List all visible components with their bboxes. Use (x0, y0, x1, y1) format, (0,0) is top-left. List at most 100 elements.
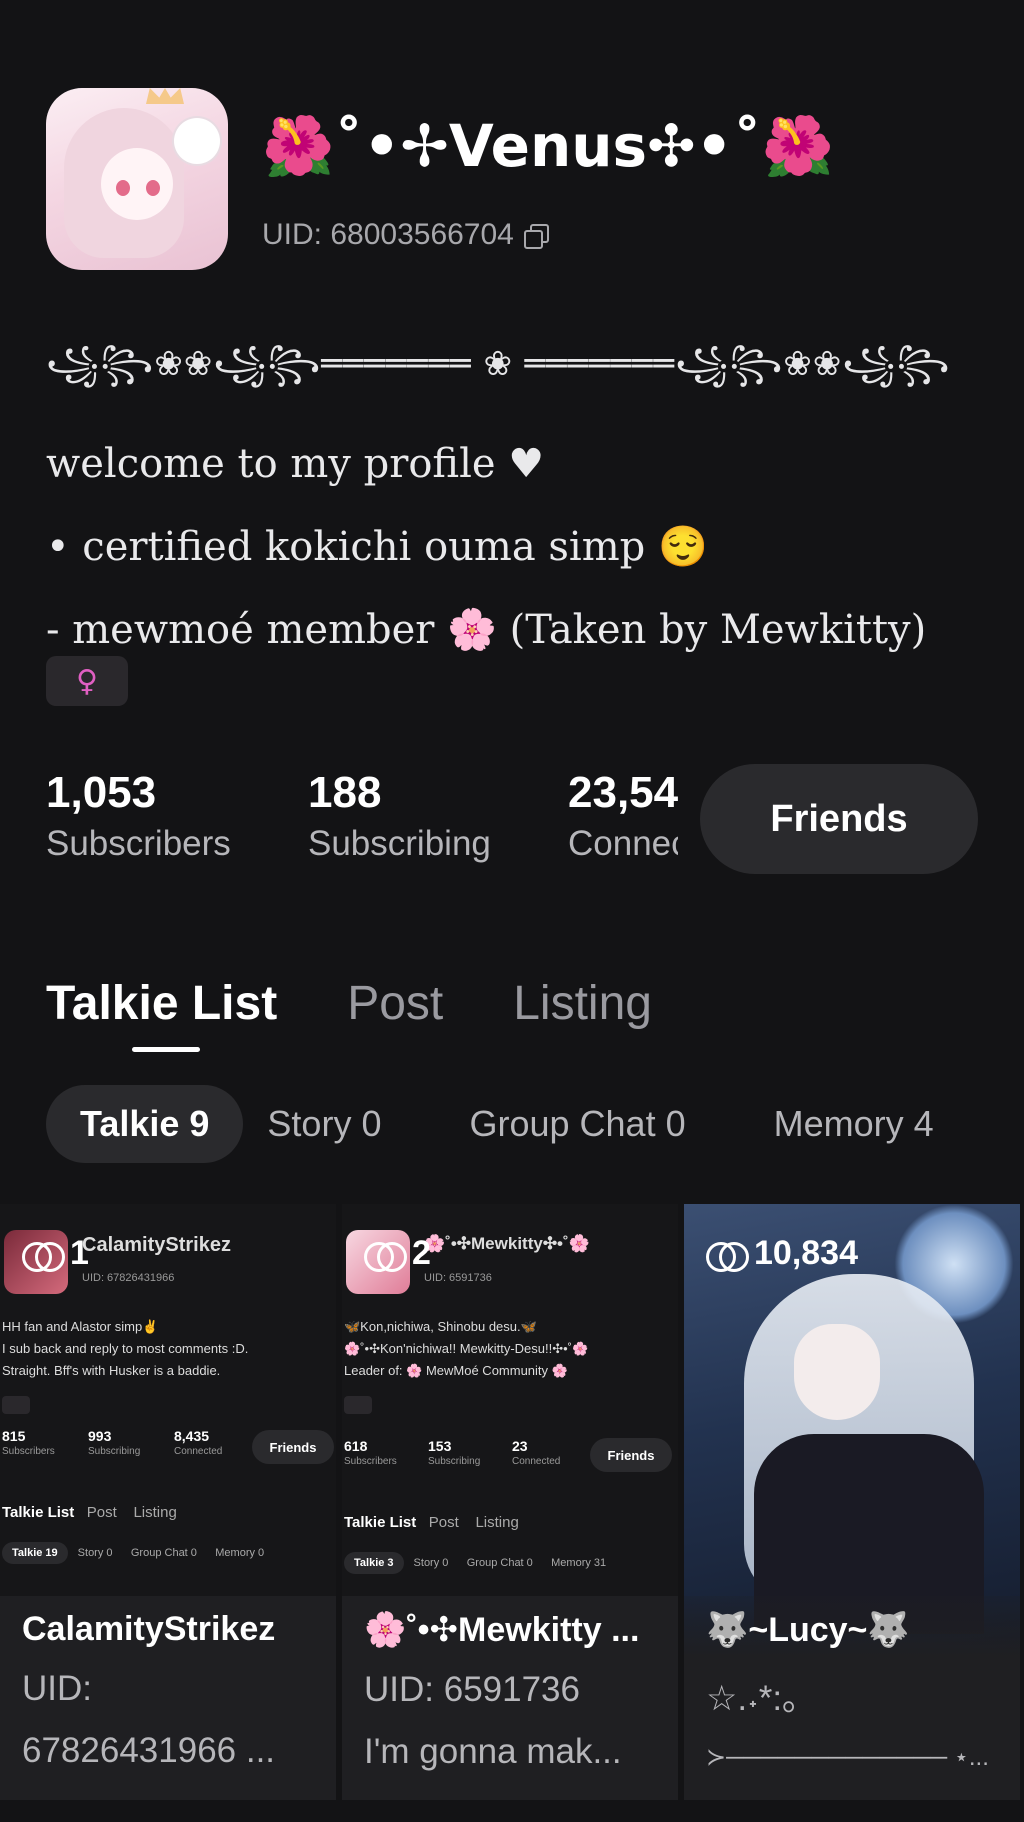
mini-subtabs: Talkie 19 Story 0 Group Chat 0 Memory 0 (2, 1542, 264, 1564)
card-title: CalamityStrikez (22, 1610, 276, 1648)
mini-subtab: Memory 0 (215, 1547, 265, 1559)
mini-friends-button: Friends (252, 1430, 334, 1464)
talkie-card[interactable]: 🌸˚•✣Mewkitty✣•˚🌸 UID: 6591736 🦋Kon,nichi… (342, 1204, 678, 1800)
mini-subtab: Talkie 19 (2, 1542, 68, 1564)
avatar-eye (146, 180, 160, 196)
mini-tab: Post (428, 1514, 459, 1531)
bio-line: • certified kokichi ouma simp 😌 (46, 524, 708, 570)
avatar-eye (116, 180, 130, 196)
subtab-talkie[interactable]: Talkie 9 (46, 1085, 244, 1163)
gender-badge: ♀ (46, 656, 128, 706)
crown-decoration (146, 88, 184, 104)
tab-talkie-list[interactable]: Talkie List (46, 976, 277, 1031)
friends-button[interactable]: Friends (700, 764, 978, 874)
mini-stat-label: Subscribers (2, 1446, 55, 1457)
card-thumbnail (684, 1204, 1020, 1664)
mini-tabs: Talkie List Post Listing (2, 1504, 177, 1521)
mini-stat-label: Subscribing (88, 1446, 141, 1457)
connection-count-value: 10,834 (754, 1234, 858, 1272)
link-icon (22, 1241, 65, 1272)
link-icon (706, 1241, 749, 1272)
copy-icon[interactable] (522, 222, 549, 249)
character-artwork (684, 1204, 1020, 1664)
mini-bio-line: 🌸˚•✣Kon'nichiwa!! Mewkitty-Desu!!✣•˚🌸 (344, 1341, 589, 1356)
connection-count: 1 (22, 1234, 89, 1273)
talkie-grid: CalamityStrikez UID: 67826431966 HH fan … (0, 1204, 1024, 1822)
subtab-story[interactable]: Story 0 (267, 1103, 381, 1145)
mini-tabs: Talkie List Post Listing (344, 1514, 519, 1531)
mini-stat-label: Subscribing (428, 1456, 481, 1467)
female-icon: ♀ (76, 663, 98, 699)
card-description: ≻───────────── ⋆... (706, 1744, 989, 1771)
profile-bio: ꧁꧂❀❀꧁꧂═══════ ❀ ═══════꧁꧂❀❀꧁꧂ welcome to… (46, 338, 986, 653)
mini-stat-value: 23 (512, 1438, 528, 1454)
stat-label: Connected (568, 824, 678, 863)
subtab-group-chat[interactable]: Group Chat 0 (469, 1103, 685, 1145)
bio-line: welcome to my profile ♥ (46, 441, 545, 487)
card-subtitle: UID: (22, 1669, 92, 1708)
card-info: 🐺~Lucy~🐺 ☆.˖*:｡ ≻───────────── ⋆... (684, 1596, 1020, 1800)
card-subtitle: UID: 6591736 (364, 1670, 580, 1709)
mini-gender-badge (2, 1396, 30, 1414)
talkie-card[interactable]: CalamityStrikez UID: 67826431966 HH fan … (0, 1204, 336, 1800)
subtab-bar: Talkie 9 Story 0 Group Chat 0 Memory 4 (46, 1085, 1022, 1163)
mini-stat-label: Subscribers (344, 1456, 397, 1467)
uid-text: UID: 68003566704 (262, 218, 514, 251)
mini-bio-line: HH fan and Alastor simp✌ (2, 1319, 159, 1334)
connection-count: 2 (364, 1234, 431, 1273)
card-description: I'm gonna mak... (364, 1732, 622, 1771)
mini-bio: 🦋Kon,nichiwa, Shinobu desu.🦋 🌸˚•✣Kon'nic… (344, 1316, 588, 1382)
mini-stat: 23 Connected (512, 1438, 560, 1467)
stat-subscribers[interactable]: 1,053 Subscribers (46, 768, 231, 864)
connection-count-value: 2 (412, 1234, 431, 1272)
mini-name: CalamityStrikez (82, 1234, 231, 1256)
mini-tab: Talkie List (2, 1504, 75, 1521)
hibiscus-emoji: 🌺 (262, 112, 335, 180)
stat-label: Subscribing (308, 824, 491, 863)
mini-subtab: Group Chat 0 (130, 1547, 197, 1559)
card-description: 67826431966 ... (22, 1731, 276, 1770)
mini-bio-line: Leader of: 🌸 MewMoé Community 🌸 (344, 1363, 568, 1378)
profile-avatar[interactable] (46, 88, 228, 270)
mini-subtab: Group Chat 0 (466, 1557, 533, 1569)
mini-tab: Listing (133, 1504, 177, 1521)
mini-bio: HH fan and Alastor simp✌ I sub back and … (2, 1316, 248, 1382)
connection-count-value: 1 (70, 1234, 89, 1272)
mini-subtab: Memory 31 (551, 1557, 607, 1569)
mini-gender-badge (344, 1396, 372, 1414)
avatar-face (101, 148, 173, 220)
card-title: 🐺~Lucy~🐺 (706, 1611, 910, 1649)
bio-decoration: ꧁꧂❀❀꧁꧂═══════ ❀ ═══════꧁꧂❀❀꧁꧂ (46, 344, 951, 384)
subtab-memory[interactable]: Memory 4 (774, 1103, 934, 1145)
tab-listing[interactable]: Listing (513, 976, 652, 1031)
mini-subtabs: Talkie 3 Story 0 Group Chat 0 Memory 31 (344, 1552, 606, 1574)
mini-tab: Post (86, 1504, 117, 1521)
talkie-card[interactable]: 10,834 🐺~Lucy~🐺 ☆.˖*:｡ ≻───────────── ⋆.… (684, 1204, 1020, 1800)
profile-tabs: Talkie List Post Listing (46, 976, 652, 1031)
mini-uid: UID: 67826431966 (82, 1272, 175, 1284)
mini-stat-label: Connected (512, 1456, 561, 1467)
mini-stat-value: 8,435 (174, 1428, 210, 1444)
mini-stat: 8,435 Connected (174, 1428, 222, 1457)
mini-stat-value: 993 (88, 1428, 112, 1444)
mini-tab: Listing (475, 1514, 519, 1531)
mini-subtab: Story 0 (413, 1557, 449, 1569)
stat-subscribing[interactable]: 188 Subscribing (308, 768, 491, 864)
mini-stat-value: 815 (2, 1428, 26, 1444)
profile-uid[interactable]: UID: 68003566704 (262, 218, 549, 252)
link-icon (364, 1241, 407, 1272)
mini-subtab: Story 0 (77, 1547, 113, 1559)
mini-stat-value: 618 (344, 1438, 368, 1454)
card-info: CalamityStrikez UID: 67826431966 ... (0, 1596, 336, 1800)
mini-subtab: Talkie 3 (344, 1552, 404, 1574)
card-info: 🌸˚•✣Mewkitty ... UID: 6591736 I'm gonna … (342, 1596, 678, 1800)
card-subtitle: ☆.˖*:｡ (706, 1679, 800, 1718)
mini-stat: 153 Subscribing (428, 1438, 480, 1467)
mini-bio-line: I sub back and reply to most comments :D… (2, 1341, 249, 1356)
tab-post[interactable]: Post (347, 976, 443, 1031)
stat-value: 1,053 (46, 768, 157, 817)
mini-stat: 993 Subscribing (88, 1428, 140, 1457)
stat-connected[interactable]: 23,54 Connected (568, 768, 678, 864)
mini-stat: 618 Subscribers (344, 1438, 397, 1467)
bio-line: - mewmoé member 🌸 (Taken by Mewkitty) (46, 607, 927, 653)
